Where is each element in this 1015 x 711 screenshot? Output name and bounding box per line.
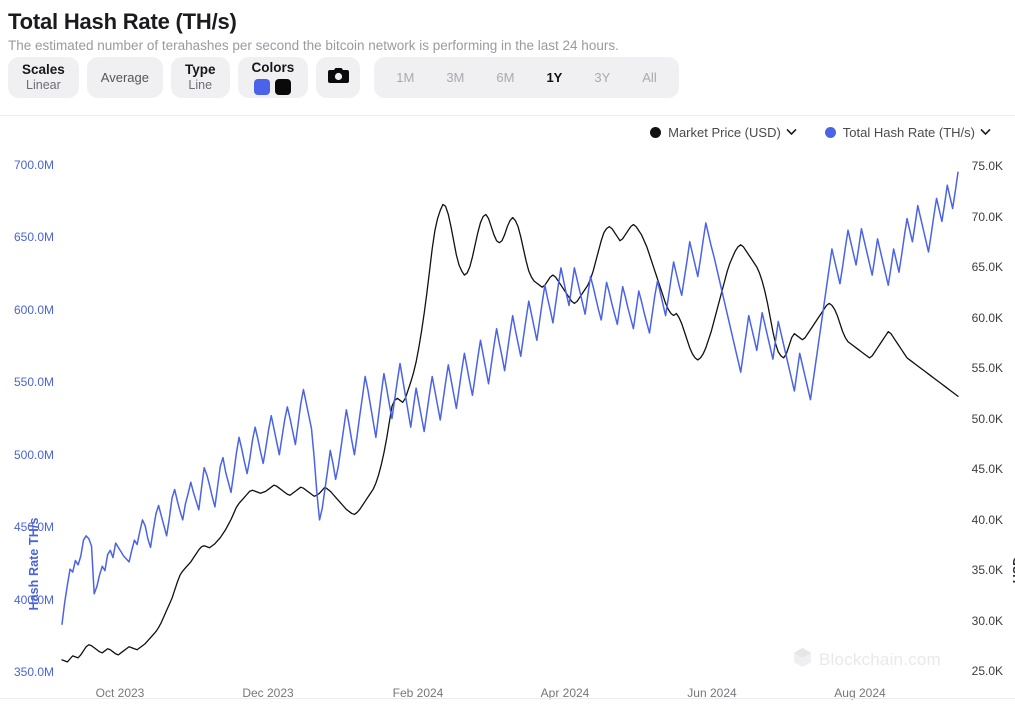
range-6m[interactable]: 6M <box>480 57 530 98</box>
screenshot-button[interactable] <box>316 57 361 98</box>
left-axis-tick: 550.0M <box>14 375 55 390</box>
chart-legend: Market Price (USD) Total Hash Rate (TH/s… <box>650 125 991 140</box>
left-axis-tick: 350.0M <box>14 665 55 679</box>
series-line-market-price <box>61 203 959 663</box>
legend-item-hash-rate[interactable]: Total Hash Rate (TH/s) <box>824 125 991 140</box>
right-axis-tick: 65.0K <box>971 260 1003 274</box>
right-axis-tick: 25.0K <box>971 664 1003 678</box>
chevron-down-icon[interactable] <box>786 127 797 139</box>
chart-toolbar: Scales Linear Average Type Line Colors 1… <box>8 57 679 98</box>
colors-button[interactable]: Colors <box>237 57 309 98</box>
right-axis-tick: 75.0K <box>971 159 1003 173</box>
range-1m[interactable]: 1M <box>380 57 430 98</box>
legend-label-market-price: Market Price (USD) <box>668 125 781 140</box>
chart-plot-area[interactable]: 350.0M 400.0M 450.0M 500.0M 550.0M 600.0M 650.… <box>0 145 1015 680</box>
footer-divider <box>0 698 1015 699</box>
colors-label: Colors <box>251 60 295 76</box>
legend-dot-hash-rate <box>824 127 836 138</box>
right-axis-tick: 55.0K <box>971 361 1003 375</box>
right-axis-tick: 50.0K <box>971 411 1003 426</box>
left-axis-tick: 500.0M <box>14 447 55 462</box>
color-swatch-price[interactable] <box>275 78 292 95</box>
range-all[interactable]: All <box>626 57 672 98</box>
right-axis-tick: 45.0K <box>971 462 1003 476</box>
average-label: Average <box>100 69 149 85</box>
camera-icon <box>327 66 349 89</box>
chart-svg <box>61 171 959 663</box>
series-line-hash-rate <box>61 171 959 625</box>
right-axis-tick: 60.0K <box>971 310 1003 325</box>
average-button[interactable]: Average <box>86 57 163 98</box>
scales-button[interactable]: Scales Linear <box>8 57 79 98</box>
page-title: Total Hash Rate (TH/s) <box>8 9 237 34</box>
left-axis-tick: 650.0M <box>14 230 55 245</box>
chevron-down-icon[interactable] <box>980 127 991 139</box>
color-swatches <box>254 78 292 95</box>
page-subtitle: The estimated number of terahashes per s… <box>8 38 619 54</box>
left-axis-tick: 700.0M <box>14 158 55 172</box>
scales-value: Linear <box>26 78 61 93</box>
x-axis-tick-labels: Oct 2023 Dec 2023 Feb 2024 Apr 2024 Jun 2024… <box>0 686 1015 706</box>
right-axis-tick: 30.0K <box>971 613 1003 628</box>
scales-label: Scales <box>22 61 65 77</box>
right-axis-tick: 35.0K <box>971 563 1003 577</box>
header-divider <box>0 115 1015 116</box>
watermark: Blockchain.com <box>793 647 941 673</box>
left-axis-title: Hash Rate TH/s <box>27 517 41 611</box>
legend-dot-market-price <box>650 127 662 138</box>
type-label: Type <box>184 61 216 77</box>
range-3y[interactable]: 3Y <box>578 57 626 98</box>
color-swatch-hashrate[interactable] <box>254 78 271 95</box>
right-axis-tick: 40.0K <box>971 512 1003 527</box>
type-button[interactable]: Type Line <box>170 57 230 98</box>
right-axis-title: USD <box>1011 556 1015 584</box>
right-axis-tick: 70.0K <box>971 209 1003 224</box>
legend-item-market-price[interactable]: Market Price (USD) <box>650 125 797 140</box>
type-value: Line <box>188 78 213 93</box>
legend-label-hash-rate: Total Hash Rate (TH/s) <box>842 125 975 140</box>
cube-icon <box>793 647 812 673</box>
range-1y[interactable]: 1Y <box>530 57 578 98</box>
chart-header: Total Hash Rate (TH/s) The estimated num… <box>0 0 1015 54</box>
watermark-text: Blockchain.com <box>819 650 941 669</box>
left-axis-tick: 600.0M <box>14 302 55 317</box>
time-range-group: 1M 3M 6M 1Y 3Y All <box>374 57 679 98</box>
range-3m[interactable]: 3M <box>430 57 480 98</box>
